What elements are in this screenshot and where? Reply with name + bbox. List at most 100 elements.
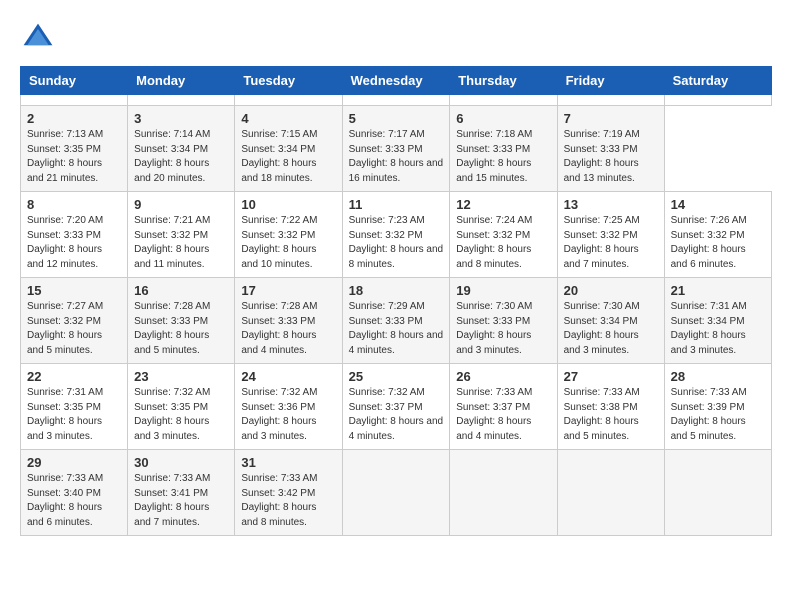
- calendar-cell: 29 Sunrise: 7:33 AMSunset: 3:40 PMDayligh…: [21, 450, 128, 536]
- day-number: 5: [349, 111, 444, 126]
- calendar-header-thursday: Thursday: [450, 67, 557, 95]
- day-info: Sunrise: 7:14 AMSunset: 3:34 PMDaylight:…: [134, 128, 228, 186]
- logo-icon: [20, 20, 56, 56]
- calendar-cell: 23 Sunrise: 7:32 AMSunset: 3:35 PMDayligh…: [128, 364, 235, 450]
- day-number: 28: [671, 369, 765, 384]
- day-info: Sunrise: 7:33 AMSunset: 3:37 PMDaylight:…: [456, 386, 550, 444]
- day-info: Sunrise: 7:25 AMSunset: 3:32 PMDaylight:…: [564, 214, 658, 272]
- day-number: 11: [349, 197, 444, 212]
- calendar-cell: [557, 450, 664, 536]
- calendar-cell: 6 Sunrise: 7:18 AMSunset: 3:33 PMDaylight…: [450, 106, 557, 192]
- calendar-cell: 25Sunrise: 7:32 AMSunset: 3:37 PMDayligh…: [342, 364, 450, 450]
- day-info: Sunrise: 7:28 AMSunset: 3:33 PMDaylight:…: [241, 300, 335, 358]
- calendar-header-sunday: Sunday: [21, 67, 128, 95]
- day-number: 25: [349, 369, 444, 384]
- day-info: Sunrise: 7:26 AMSunset: 3:32 PMDaylight:…: [671, 214, 765, 272]
- day-number: 22: [27, 369, 121, 384]
- day-info: Sunrise: 7:21 AMSunset: 3:32 PMDaylight:…: [134, 214, 228, 272]
- calendar-cell: 2 Sunrise: 7:13 AMSunset: 3:35 PMDaylight…: [21, 106, 128, 192]
- page-header: [20, 20, 772, 56]
- day-info: Sunrise: 7:17 AMSunset: 3:33 PMDaylight:…: [349, 128, 444, 186]
- calendar-header-saturday: Saturday: [664, 67, 771, 95]
- calendar-header-wednesday: Wednesday: [342, 67, 450, 95]
- day-number: 15: [27, 283, 121, 298]
- day-number: 16: [134, 283, 228, 298]
- calendar-cell: 3 Sunrise: 7:14 AMSunset: 3:34 PMDaylight…: [128, 106, 235, 192]
- calendar-cell: 18 Sunrise: 7:29 AMSunset: 3:33 PMDayligh…: [342, 278, 450, 364]
- day-number: 14: [671, 197, 765, 212]
- calendar-week-row: 29 Sunrise: 7:33 AMSunset: 3:40 PMDayligh…: [21, 450, 772, 536]
- calendar-cell: 30 Sunrise: 7:33 AMSunset: 3:41 PMDayligh…: [128, 450, 235, 536]
- day-info: Sunrise: 7:33 AMSunset: 3:40 PMDaylight:…: [27, 472, 121, 530]
- day-number: 30: [134, 455, 228, 470]
- day-info: Sunrise: 7:30 AMSunset: 3:33 PMDaylight:…: [456, 300, 550, 358]
- day-number: 19: [456, 283, 550, 298]
- day-info: Sunrise: 7:24 AMSunset: 3:32 PMDaylight:…: [456, 214, 550, 272]
- calendar-header-row: SundayMondayTuesdayWednesdayThursdayFrid…: [21, 67, 772, 95]
- calendar-cell: 12 Sunrise: 7:24 AMSunset: 3:32 PMDayligh…: [450, 192, 557, 278]
- day-number: 13: [564, 197, 658, 212]
- calendar-table: SundayMondayTuesdayWednesdayThursdayFrid…: [20, 66, 772, 536]
- day-number: 17: [241, 283, 335, 298]
- calendar-cell: [557, 95, 664, 106]
- calendar-cell: [664, 450, 771, 536]
- calendar-week-row: 15 Sunrise: 7:27 AMSunset: 3:32 PMDayligh…: [21, 278, 772, 364]
- calendar-cell: 24Sunrise: 7:32 AMSunset: 3:36 PMDayligh…: [235, 364, 342, 450]
- calendar-cell: 7 Sunrise: 7:19 AMSunset: 3:33 PMDaylight…: [557, 106, 664, 192]
- day-number: 10: [241, 197, 335, 212]
- calendar-cell: 28Sunrise: 7:33 AMSunset: 3:39 PMDayligh…: [664, 364, 771, 450]
- day-info: Sunrise: 7:33 AMSunset: 3:38 PMDaylight:…: [564, 386, 658, 444]
- day-info: Sunrise: 7:20 AMSunset: 3:33 PMDaylight:…: [27, 214, 121, 272]
- calendar-header-tuesday: Tuesday: [235, 67, 342, 95]
- calendar-cell: [128, 95, 235, 106]
- day-info: Sunrise: 7:18 AMSunset: 3:33 PMDaylight:…: [456, 128, 550, 186]
- calendar-cell: 20Sunrise: 7:30 AMSunset: 3:34 PMDayligh…: [557, 278, 664, 364]
- day-number: 8: [27, 197, 121, 212]
- calendar-cell: [450, 450, 557, 536]
- day-number: 21: [671, 283, 765, 298]
- calendar-cell: 9Sunrise: 7:21 AMSunset: 3:32 PMDaylight…: [128, 192, 235, 278]
- calendar-week-row: 8 Sunrise: 7:20 AMSunset: 3:33 PMDaylight…: [21, 192, 772, 278]
- calendar-cell: 27 Sunrise: 7:33 AMSunset: 3:38 PMDayligh…: [557, 364, 664, 450]
- day-info: Sunrise: 7:32 AMSunset: 3:35 PMDaylight:…: [134, 386, 228, 444]
- calendar-cell: 5 Sunrise: 7:17 AMSunset: 3:33 PMDaylight…: [342, 106, 450, 192]
- day-info: Sunrise: 7:22 AMSunset: 3:32 PMDaylight:…: [241, 214, 335, 272]
- day-info: Sunrise: 7:32 AMSunset: 3:36 PMDaylight:…: [241, 386, 335, 444]
- day-number: 23: [134, 369, 228, 384]
- day-info: Sunrise: 7:28 AMSunset: 3:33 PMDaylight:…: [134, 300, 228, 358]
- calendar-cell: 14 Sunrise: 7:26 AMSunset: 3:32 PMDayligh…: [664, 192, 771, 278]
- day-number: 4: [241, 111, 335, 126]
- day-number: 27: [564, 369, 658, 384]
- day-number: 18: [349, 283, 444, 298]
- day-info: Sunrise: 7:33 AMSunset: 3:41 PMDaylight:…: [134, 472, 228, 530]
- day-number: 6: [456, 111, 550, 126]
- day-info: Sunrise: 7:15 AMSunset: 3:34 PMDaylight:…: [241, 128, 335, 186]
- day-info: Sunrise: 7:13 AMSunset: 3:35 PMDaylight:…: [27, 128, 121, 186]
- calendar-cell: 10 Sunrise: 7:22 AMSunset: 3:32 PMDayligh…: [235, 192, 342, 278]
- day-number: 2: [27, 111, 121, 126]
- day-number: 12: [456, 197, 550, 212]
- calendar-cell: 31Sunrise: 7:33 AMSunset: 3:42 PMDayligh…: [235, 450, 342, 536]
- day-info: Sunrise: 7:29 AMSunset: 3:33 PMDaylight:…: [349, 300, 444, 358]
- calendar-cell: 19 Sunrise: 7:30 AMSunset: 3:33 PMDayligh…: [450, 278, 557, 364]
- calendar-cell: 17 Sunrise: 7:28 AMSunset: 3:33 PMDayligh…: [235, 278, 342, 364]
- calendar-week-row: 22Sunrise: 7:31 AMSunset: 3:35 PMDayligh…: [21, 364, 772, 450]
- calendar-cell: [664, 95, 771, 106]
- day-number: 29: [27, 455, 121, 470]
- day-info: Sunrise: 7:19 AMSunset: 3:33 PMDaylight:…: [564, 128, 658, 186]
- calendar-cell: 4 Sunrise: 7:15 AMSunset: 3:34 PMDaylight…: [235, 106, 342, 192]
- calendar-cell: [235, 95, 342, 106]
- day-info: Sunrise: 7:27 AMSunset: 3:32 PMDaylight:…: [27, 300, 121, 358]
- day-info: Sunrise: 7:33 AMSunset: 3:42 PMDaylight:…: [241, 472, 335, 530]
- day-info: Sunrise: 7:30 AMSunset: 3:34 PMDaylight:…: [564, 300, 658, 358]
- calendar-cell: 13 Sunrise: 7:25 AMSunset: 3:32 PMDayligh…: [557, 192, 664, 278]
- calendar-header-monday: Monday: [128, 67, 235, 95]
- day-number: 7: [564, 111, 658, 126]
- calendar-cell: 21Sunrise: 7:31 AMSunset: 3:34 PMDayligh…: [664, 278, 771, 364]
- day-number: 3: [134, 111, 228, 126]
- calendar-cell: 15 Sunrise: 7:27 AMSunset: 3:32 PMDayligh…: [21, 278, 128, 364]
- calendar-cell: 26Sunrise: 7:33 AMSunset: 3:37 PMDayligh…: [450, 364, 557, 450]
- calendar-cell: [342, 95, 450, 106]
- calendar-week-row: [21, 95, 772, 106]
- calendar-header-friday: Friday: [557, 67, 664, 95]
